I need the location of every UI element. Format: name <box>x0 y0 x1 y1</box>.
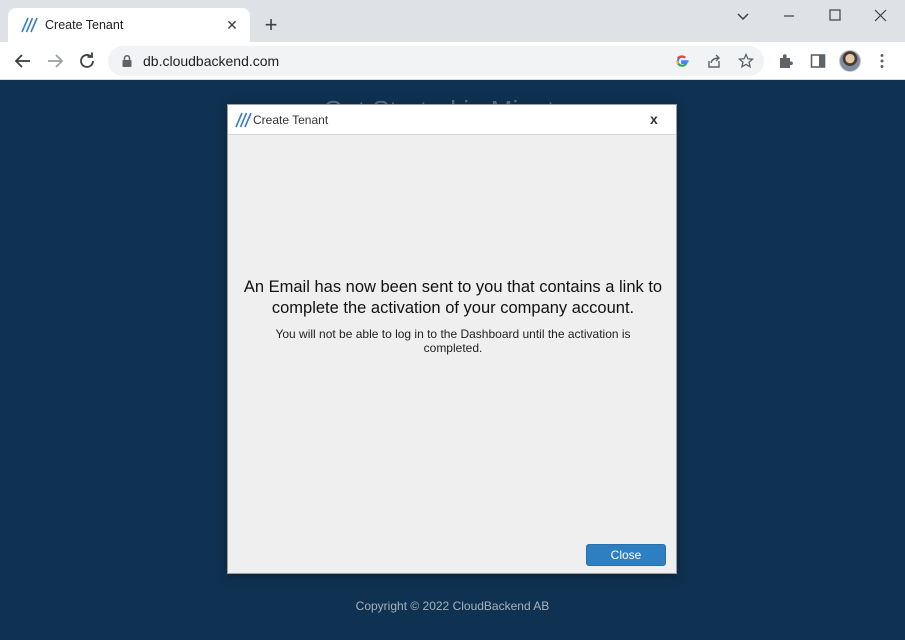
extensions-icon[interactable] <box>777 52 795 70</box>
reload-icon[interactable] <box>76 50 98 72</box>
copyright-text: Copyright © 2022 CloudBackend AB <box>355 599 550 613</box>
browser-tab[interactable]: Create Tenant ✕ <box>8 8 250 42</box>
maximize-icon[interactable] <box>825 6 845 26</box>
dialog-title: Create Tenant <box>253 113 329 127</box>
activation-message: An Email has now been sent to you that c… <box>243 278 663 317</box>
tab-search-icon[interactable] <box>733 6 753 26</box>
browser-tabstrip: Create Tenant ✕ + <box>0 0 905 42</box>
forward-arrow-icon[interactable] <box>44 50 66 72</box>
address-bar[interactable]: db.cloudbackend.com <box>108 46 764 76</box>
activation-note: You will not be able to log in to the Da… <box>275 327 631 355</box>
side-panel-icon[interactable] <box>809 52 827 70</box>
new-tab-icon[interactable]: + <box>259 14 283 38</box>
more-menu-icon[interactable] <box>873 52 891 70</box>
google-icon[interactable] <box>674 53 690 69</box>
browser-toolbar: db.cloudbackend.com <box>0 42 905 80</box>
tab-title: Create Tenant <box>45 18 124 32</box>
minimize-icon[interactable] <box>779 6 799 26</box>
lock-icon[interactable] <box>120 54 134 68</box>
dialog-close-icon[interactable]: x <box>650 111 658 127</box>
close-window-icon[interactable] <box>871 6 891 26</box>
profile-avatar[interactable] <box>839 50 861 72</box>
close-button[interactable]: Close <box>586 544 666 566</box>
tab-close-icon[interactable]: ✕ <box>224 17 240 33</box>
create-tenant-dialog: Create Tenant x An Email has now been se… <box>227 104 677 574</box>
back-arrow-icon[interactable] <box>12 50 34 72</box>
bookmark-star-icon[interactable] <box>738 53 754 69</box>
share-icon[interactable] <box>706 53 722 69</box>
url-text[interactable]: db.cloudbackend.com <box>143 53 279 69</box>
cloudbackend-logo-icon <box>235 112 252 128</box>
cloudbackend-logo-icon <box>21 17 38 33</box>
dialog-header: Create Tenant x <box>228 105 676 135</box>
